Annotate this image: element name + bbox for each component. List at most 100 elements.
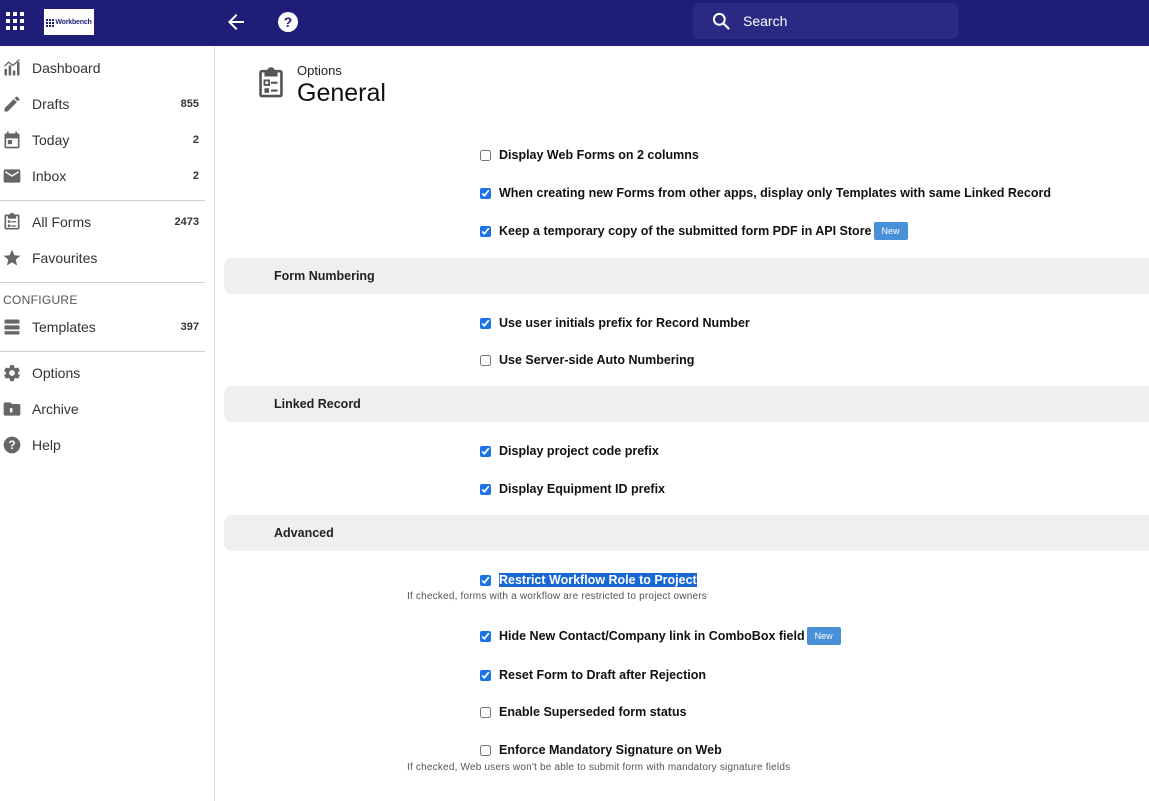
count-badge: 2473 (174, 216, 199, 228)
sidebar-item-label: Archive (32, 401, 79, 417)
checkbox[interactable] (480, 630, 491, 642)
count-badge: 2 (192, 170, 199, 182)
checkbox[interactable] (480, 744, 491, 756)
sidebar-item-label: Templates (32, 319, 96, 335)
option-keep-pdf-copy-api-store[interactable]: Keep a temporary copy of the submitted f… (480, 221, 908, 241)
configure-section-label: CONFIGURE (3, 293, 78, 307)
section-header-linked-record: Linked Record (224, 386, 1149, 422)
option-label: Enable Superseded form status (499, 705, 687, 719)
section-header-advanced: Advanced (224, 515, 1149, 551)
option-restrict-workflow-role[interactable]: Restrict Workflow Role to Project (480, 570, 697, 590)
sidebar-item-all-forms[interactable]: All Forms 2473 (0, 204, 214, 240)
templates-icon (1, 316, 23, 338)
section-title: Linked Record (274, 397, 361, 411)
new-badge: New (873, 222, 908, 240)
sidebar-item-label: Drafts (32, 96, 70, 112)
sidebar-item-options[interactable]: Options (0, 355, 214, 391)
checkbox[interactable] (480, 225, 491, 237)
apps-grid-icon[interactable] (6, 12, 24, 30)
checkbox[interactable] (480, 574, 491, 586)
option-reset-form-to-draft[interactable]: Reset Form to Draft after Rejection (480, 665, 706, 685)
sidebar-item-label: Options (32, 365, 81, 381)
option-label: Display Web Forms on 2 columns (499, 148, 699, 162)
logo-mark-icon (46, 18, 55, 27)
option-label: Display Equipment ID prefix (499, 482, 666, 496)
count-badge: 855 (180, 98, 199, 110)
search-box[interactable] (693, 3, 958, 39)
count-badge: 2 (192, 134, 199, 146)
checkbox[interactable] (480, 149, 491, 161)
page-title: General (297, 79, 386, 107)
new-badge: New (806, 627, 841, 645)
sidebar-item-label: Inbox (32, 168, 67, 184)
clipboard-icon (1, 211, 23, 233)
calendar-icon (1, 129, 23, 151)
sidebar-item-label: Favourites (32, 250, 98, 266)
sidebar-item-today[interactable]: Today 2 (0, 122, 214, 158)
option-hint: If checked, forms with a workflow are re… (407, 591, 707, 602)
sidebar-item-label: All Forms (32, 214, 92, 230)
option-enforce-mandatory-signature[interactable]: Enforce Mandatory Signature on Web (480, 740, 722, 760)
sidebar-item-archive[interactable]: Archive (0, 391, 214, 427)
chart-icon (1, 57, 23, 79)
option-hide-new-contact-link[interactable]: Hide New Contact/Company link in ComboBo… (480, 626, 841, 646)
logo-text: Workbench (55, 18, 92, 26)
section-title: Form Numbering (274, 269, 375, 283)
option-label: Restrict Workflow Role to Project (499, 573, 697, 587)
checkbox[interactable] (480, 483, 491, 495)
option-label: Use user initials prefix for Record Numb… (499, 316, 750, 330)
sidebar-divider (0, 351, 205, 352)
option-server-side-auto-numbering[interactable]: Use Server-side Auto Numbering (480, 350, 694, 370)
search-input[interactable] (743, 13, 923, 29)
option-label: Display project code prefix (499, 444, 659, 458)
svg-text:?: ? (284, 14, 293, 30)
archive-icon (1, 398, 23, 420)
gear-icon (1, 362, 23, 384)
sidebar-item-inbox[interactable]: Inbox 2 (0, 158, 214, 194)
section-header-form-numbering: Form Numbering (224, 258, 1149, 294)
inbox-icon (1, 165, 23, 187)
option-project-code-prefix[interactable]: Display project code prefix (480, 441, 659, 461)
checkbox[interactable] (480, 354, 491, 366)
option-display-web-forms-2-columns[interactable]: Display Web Forms on 2 columns (480, 145, 699, 165)
help-icon: ? (1, 434, 23, 456)
sidebar-item-drafts[interactable]: Drafts 855 (0, 86, 214, 122)
checkbox[interactable] (480, 669, 491, 681)
option-hint: If checked, Web users won't be able to s… (407, 762, 791, 773)
sidebar-item-label: Dashboard (32, 60, 101, 76)
pencil-icon (1, 93, 23, 115)
sidebar-item-label: Today (32, 132, 70, 148)
back-arrow-icon[interactable] (224, 10, 248, 34)
workbench-logo[interactable]: Workbench (44, 9, 94, 35)
sidebar-item-templates[interactable]: Templates 397 (0, 309, 214, 345)
option-templates-same-linked-record[interactable]: When creating new Forms from other apps,… (480, 183, 1051, 203)
section-title: Advanced (274, 526, 334, 540)
sidebar: Dashboard Drafts 855 Today 2 Inbox 2 All… (0, 46, 215, 801)
star-icon (1, 247, 23, 269)
sidebar-divider (0, 282, 205, 283)
option-user-initials-prefix[interactable]: Use user initials prefix for Record Numb… (480, 313, 750, 333)
main-content: Options General Display Web Forms on 2 c… (215, 46, 1149, 801)
sidebar-item-help[interactable]: ? Help (0, 427, 214, 463)
help-circle-icon[interactable]: ? (276, 10, 300, 34)
checkbox[interactable] (480, 317, 491, 329)
option-label: Enforce Mandatory Signature on Web (499, 743, 722, 757)
option-enable-superseded-status[interactable]: Enable Superseded form status (480, 702, 687, 722)
option-label: Keep a temporary copy of the submitted f… (499, 224, 872, 238)
sidebar-item-dashboard[interactable]: Dashboard (0, 50, 214, 86)
top-bar: Workbench ? (0, 0, 1149, 46)
checkbox[interactable] (480, 445, 491, 457)
checkbox[interactable] (480, 706, 491, 718)
sidebar-divider (0, 200, 205, 201)
sidebar-item-label: Help (32, 437, 61, 453)
checkbox[interactable] (480, 187, 491, 199)
svg-text:?: ? (8, 439, 15, 452)
option-label: Reset Form to Draft after Rejection (499, 668, 706, 682)
option-label: When creating new Forms from other apps,… (499, 186, 1051, 200)
option-label: Hide New Contact/Company link in ComboBo… (499, 629, 805, 643)
sidebar-item-favourites[interactable]: Favourites (0, 240, 214, 276)
option-label: Use Server-side Auto Numbering (499, 353, 695, 367)
count-badge: 397 (180, 321, 199, 333)
option-equipment-id-prefix[interactable]: Display Equipment ID prefix (480, 479, 665, 499)
clipboard-icon (255, 66, 287, 105)
